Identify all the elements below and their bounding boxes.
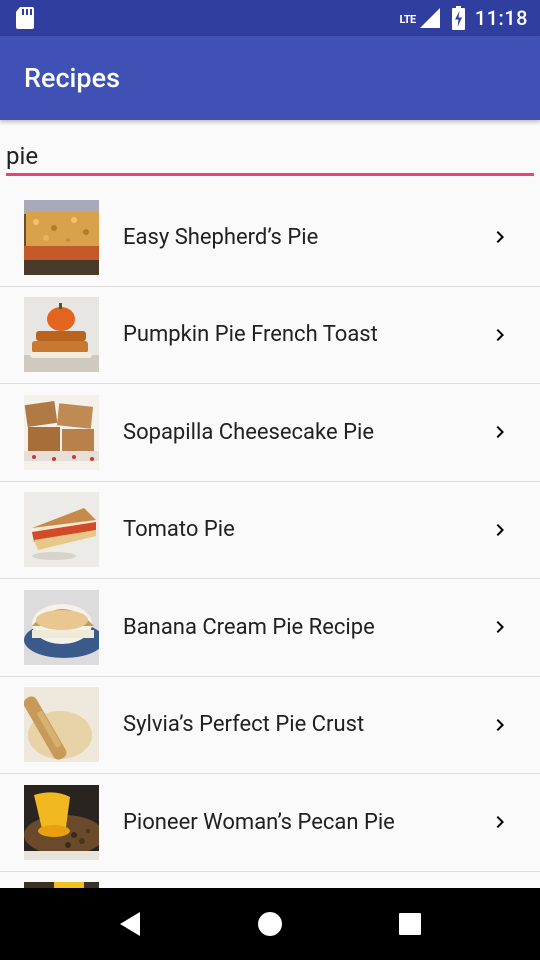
- search-container: [0, 120, 540, 182]
- recipe-name: Pioneer Woman’s Pecan Pie: [123, 809, 395, 835]
- recipe-thumbnail: [24, 394, 99, 470]
- screen: LTE 11:18 Recipes pie Easy Shepherd’s Pi…: [0, 0, 540, 960]
- recipe-thumbnail: [24, 297, 99, 373]
- sd-card-icon: [16, 7, 34, 29]
- recipe-name: Sylvia’s Perfect Pie Crust: [123, 712, 365, 738]
- network-type-label: LTE: [399, 13, 417, 26]
- chevron-right-icon: [496, 621, 504, 634]
- app-bar: Recipes: [0, 36, 540, 120]
- back-button[interactable]: [100, 894, 160, 954]
- recipe-row[interactable]: Tomato Pie: [0, 482, 540, 579]
- chevron-right-icon: [496, 231, 504, 244]
- recipe-row[interactable]: Pioneer Woman’s Pecan Pie: [0, 774, 540, 872]
- chevron-right-icon: [496, 816, 504, 829]
- status-bar: LTE 11:18: [0, 0, 540, 36]
- home-icon: [258, 912, 282, 936]
- recipe-row[interactable]: Pumpkin Pie French Toast: [0, 287, 540, 384]
- recipe-row[interactable]: Banana Cream Pie Recipe: [0, 579, 540, 677]
- chevron-right-icon: [496, 523, 504, 536]
- recipe-name: Sopapilla Cheesecake Pie: [123, 419, 374, 445]
- recents-icon: [399, 913, 421, 935]
- recipe-thumbnail: [24, 199, 99, 275]
- recipe-name: Pumpkin Pie French Toast: [123, 322, 378, 348]
- recipe-thumbnail: [24, 687, 99, 763]
- chevron-right-icon: [496, 718, 504, 731]
- navigation-bar: [0, 888, 540, 960]
- chevron-right-icon: [496, 328, 504, 341]
- recipe-name: Banana Cream Pie Recipe: [123, 614, 375, 640]
- recipe-row[interactable]: [0, 872, 540, 888]
- recents-button[interactable]: [380, 894, 440, 954]
- search-input[interactable]: [6, 120, 534, 176]
- battery-charging-icon: [451, 6, 465, 30]
- clock: 11:18: [474, 6, 528, 30]
- home-button[interactable]: [240, 894, 300, 954]
- chevron-right-icon: [496, 426, 504, 439]
- recipe-row[interactable]: Easy Shepherd’s Pie: [0, 189, 540, 287]
- recipe-thumbnail: [24, 492, 99, 568]
- recipe-thumbnail: [24, 784, 99, 860]
- app-title: Recipes: [24, 62, 120, 94]
- recipe-thumbnail: [24, 589, 99, 665]
- recipe-row[interactable]: Sylvia’s Perfect Pie Crust: [0, 677, 540, 774]
- recipe-name: Tomato Pie: [123, 517, 235, 543]
- signal-icon: [418, 6, 442, 30]
- back-icon: [120, 912, 140, 936]
- recipe-row[interactable]: Sopapilla Cheesecake Pie: [0, 384, 540, 482]
- recipe-list[interactable]: Easy Shepherd’s Pie Pumpkin Pie French T…: [0, 189, 540, 888]
- recipe-name: Easy Shepherd’s Pie: [123, 224, 319, 250]
